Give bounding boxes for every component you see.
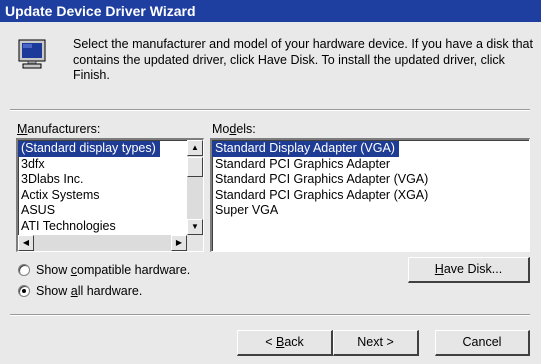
model-item[interactable]: Standard PCI Graphics Adapter (XGA) <box>212 188 529 204</box>
cancel-button[interactable]: Cancel <box>435 330 530 356</box>
models-list[interactable]: Standard Display Adapter (VGA) Standard … <box>210 138 530 252</box>
manufacturers-list[interactable]: (Standard display types) 3dfx 3Dlabs Inc… <box>16 138 204 252</box>
scroll-down-arrow-icon[interactable]: ▼ <box>187 219 203 235</box>
scroll-up-arrow-icon[interactable]: ▲ <box>187 140 203 156</box>
radio-selected-dot <box>22 289 26 293</box>
scroll-left-arrow-icon[interactable]: ◀ <box>18 235 34 251</box>
manufacturer-item[interactable]: Actix Systems <box>18 188 203 204</box>
show-compatible-label: Show compatible hardware. <box>36 263 191 277</box>
show-compatible-radio[interactable]: Show compatible hardware. <box>18 262 190 278</box>
footer-separator <box>10 314 530 316</box>
show-all-radio[interactable]: Show all hardware. <box>18 283 142 299</box>
instructions-text: Select the manufacturer and model of you… <box>73 37 533 82</box>
show-all-label: Show all hardware. <box>36 284 143 298</box>
manufacturer-item[interactable]: 3dfx <box>18 157 203 173</box>
manufacturer-item[interactable]: 3Dlabs Inc. <box>18 172 203 188</box>
radio-button-icon[interactable] <box>18 285 30 297</box>
horizontal-scrollbar[interactable]: ◀ ▶ <box>18 235 187 251</box>
title-bar: Update Device Driver Wizard <box>0 0 541 22</box>
manufacturer-item[interactable]: (Standard display types) <box>18 141 160 157</box>
model-item[interactable]: Standard PCI Graphics Adapter (VGA) <box>212 172 529 188</box>
manufacturers-label: Manufacturers: <box>17 122 101 136</box>
scroll-right-arrow-icon[interactable]: ▶ <box>171 235 187 251</box>
next-button[interactable]: Next > <box>333 330 419 356</box>
models-label: Models: <box>212 122 256 136</box>
vertical-scrollbar[interactable]: ▲ ▼ <box>187 140 203 235</box>
model-item[interactable]: Standard PCI Graphics Adapter <box>212 157 529 173</box>
scroll-thumb[interactable] <box>187 157 203 177</box>
monitor-icon <box>16 38 50 72</box>
back-button[interactable]: < Back <box>237 330 333 356</box>
manufacturer-item[interactable]: ASUS <box>18 203 203 219</box>
header-separator <box>10 109 530 111</box>
model-item[interactable]: Standard Display Adapter (VGA) <box>212 141 399 157</box>
model-item[interactable]: Super VGA <box>212 203 529 219</box>
scrollbar-corner <box>187 235 203 251</box>
window-title: Update Device Driver Wizard <box>5 3 196 19</box>
radio-button-icon[interactable] <box>18 264 30 276</box>
manufacturer-item[interactable]: ATI Technologies <box>18 219 203 235</box>
have-disk-button[interactable]: Have Disk... <box>408 257 530 283</box>
